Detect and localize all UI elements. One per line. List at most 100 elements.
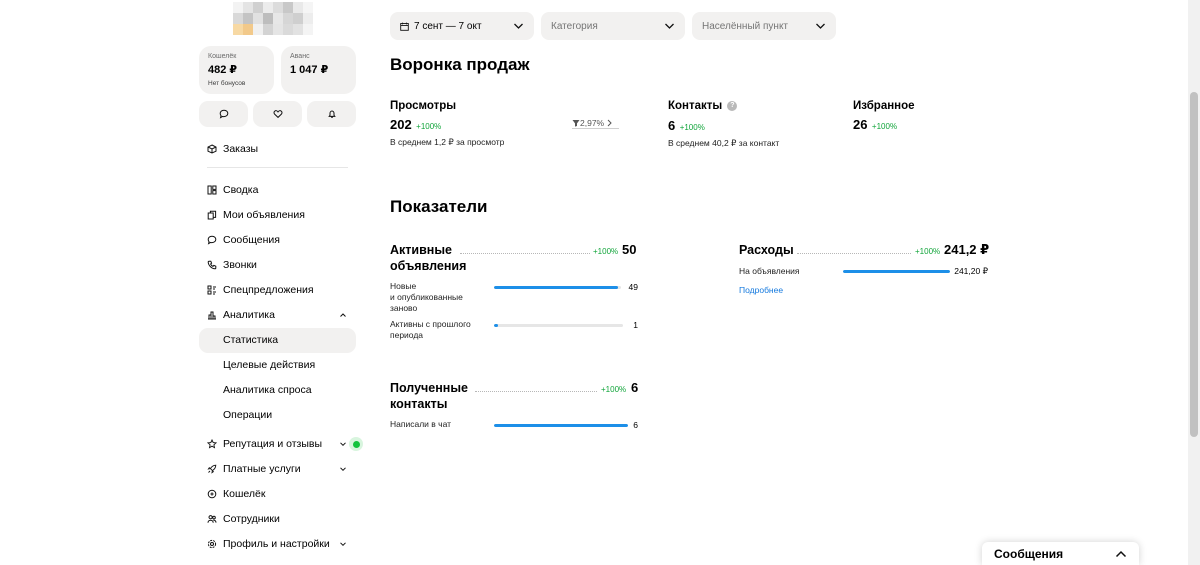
phone-icon — [207, 260, 217, 270]
advance-balance: 1 047 ₽ — [290, 64, 329, 76]
chevron-down-icon[interactable] — [339, 540, 347, 548]
messages-quick-button[interactable] — [199, 101, 248, 127]
category-select[interactable]: Категория — [541, 12, 685, 40]
avatar[interactable] — [233, 2, 313, 36]
nav-special-offers[interactable]: Спецпредложения — [207, 281, 314, 299]
messages-panel-toggle[interactable]: Сообщения — [982, 542, 1139, 565]
question-icon[interactable]: ? — [727, 100, 738, 111]
dotted-leader — [475, 391, 597, 392]
received-contacts-change: +100% — [601, 385, 627, 394]
new-ads-label: Новые и опубликованные заново — [390, 281, 490, 314]
chat-bubble-icon — [219, 109, 228, 119]
chevron-down-icon — [816, 23, 825, 29]
prev-active-ads-label: Активны с прошлого периода — [390, 319, 494, 341]
chevron-down-icon — [665, 23, 674, 29]
nav-statistics[interactable]: Статистика — [223, 331, 278, 349]
nav-profile-settings[interactable]: Профиль и настройки — [207, 535, 330, 553]
nav-employees-label: Сотрудники — [223, 513, 280, 525]
active-ads-title-line2: объявления — [390, 259, 467, 273]
expenses-value: 241,2 ₽ — [944, 242, 990, 257]
nav-reputation[interactable]: Репутация и отзывы — [207, 435, 322, 453]
rocket-icon — [207, 464, 217, 474]
conversion-rate[interactable]: 2,97% — [572, 117, 619, 129]
prev-active-ads-value: 1 — [633, 320, 638, 330]
nav-orders[interactable]: Заказы — [207, 140, 258, 158]
locality-placeholder: Населённый пункт — [702, 20, 789, 32]
views-hint: В среднем 1,2 ₽ за просмотр — [390, 137, 505, 147]
nav-wallet-label: Кошелёк — [223, 488, 266, 500]
nav-calls[interactable]: Звонки — [207, 256, 257, 274]
expenses-change: +100% — [915, 247, 941, 256]
nav-special-offers-label: Спецпредложения — [223, 284, 314, 296]
nav-summary-label: Сводка — [223, 184, 259, 196]
nav-my-ads[interactable]: Мои объявления — [207, 206, 305, 224]
nav-demand-analytics[interactable]: Аналитика спроса — [223, 381, 312, 399]
category-placeholder: Категория — [551, 20, 598, 32]
chevron-down-icon[interactable] — [339, 465, 347, 473]
new-ads-label-line2: и опубликованные — [390, 292, 463, 302]
received-contacts-value: 6 — [631, 380, 639, 395]
contacts-change: +100% — [679, 123, 705, 132]
chat-contacts-bar-fill — [494, 424, 628, 427]
dotted-leader — [797, 253, 911, 254]
nav-summary[interactable]: Сводка — [207, 181, 258, 199]
wallet-bonus-status: Нет бонусов — [208, 80, 246, 87]
expenses-title: Расходы — [739, 243, 794, 257]
chevron-right-icon — [607, 119, 612, 126]
users-icon — [207, 514, 217, 524]
filter-funnel-icon — [572, 119, 580, 127]
funnel-contacts: Контакты ? 6 +100% В среднем 40,2 ₽ за к… — [668, 99, 779, 149]
scrollbar-thumb[interactable] — [1190, 92, 1198, 437]
new-ads-label-line3: заново — [390, 303, 418, 313]
dotted-leader — [460, 253, 590, 254]
prev-active-ads-bar — [494, 324, 623, 327]
copy-icon — [207, 210, 217, 220]
nav-analytics[interactable]: Аналитика — [207, 306, 275, 324]
nav-paid-services[interactable]: Платные услуги — [207, 460, 301, 478]
favorites-quick-button[interactable] — [253, 101, 302, 127]
wallet-card[interactable]: Кошелёк 482 ₽ Нет бонусов — [199, 46, 274, 94]
contacts-label: Контакты — [668, 100, 723, 112]
active-ads-value: 50 — [622, 242, 637, 257]
nav-demand-analytics-label: Аналитика спроса — [223, 384, 312, 396]
nav-employees[interactable]: Сотрудники — [207, 510, 280, 528]
notifications-quick-button[interactable] — [307, 101, 356, 127]
favorites-change: +100% — [871, 122, 898, 131]
indicators-title: Показатели — [390, 197, 488, 216]
calendar-icon — [400, 22, 409, 31]
nav-statistics-label: Статистика — [223, 334, 279, 346]
dashboard-icon — [207, 185, 217, 195]
funnel-favorites: Избранное 26 +100% — [853, 99, 915, 134]
favorites-label: Избранное — [853, 100, 915, 112]
ad-expenses-value: 241,20 ₽ — [954, 266, 988, 276]
heart-icon — [273, 110, 282, 119]
bell-icon — [327, 110, 336, 118]
prev-active-ads-label-line2: периода — [390, 330, 424, 340]
chevron-up-icon[interactable] — [339, 311, 347, 319]
nav-messages[interactable]: Сообщения — [207, 231, 280, 249]
prev-active-ads-label-line1: Активны с прошлого — [390, 319, 471, 329]
nav-target-actions[interactable]: Целевые действия — [223, 356, 315, 374]
chevron-down-icon[interactable] — [339, 440, 347, 448]
prev-active-ads-bar-fill — [494, 324, 498, 327]
nav-operations[interactable]: Операции — [223, 406, 272, 424]
date-range-value: 7 сент — 7 окт — [414, 20, 482, 32]
chat-contacts-bar — [494, 424, 628, 427]
advance-caption: Аванс — [290, 53, 310, 60]
expenses-details-link[interactable]: Подробнее — [739, 285, 783, 295]
nav-target-actions-label: Целевые действия — [223, 359, 316, 371]
active-ads-title: Активные объявления — [390, 242, 466, 274]
wallet-balance: 482 ₽ — [208, 64, 238, 76]
chevron-up-icon — [1115, 550, 1127, 557]
nav-wallet[interactable]: Кошелёк — [207, 485, 265, 503]
nav-messages-label: Сообщения — [223, 234, 280, 246]
chat-bubble-icon — [207, 235, 217, 245]
date-range-select[interactable]: 7 сент — 7 окт — [390, 12, 534, 40]
advance-card[interactable]: Аванс 1 047 ₽ — [281, 46, 356, 94]
new-reviews-indicator — [349, 437, 363, 451]
locality-select[interactable]: Населённый пункт — [692, 12, 836, 40]
star-icon — [207, 439, 217, 449]
new-ads-label-line1: Новые — [390, 281, 417, 291]
ad-expenses-bar-fill — [843, 270, 950, 273]
conversion-value: 2,97% — [580, 117, 605, 128]
